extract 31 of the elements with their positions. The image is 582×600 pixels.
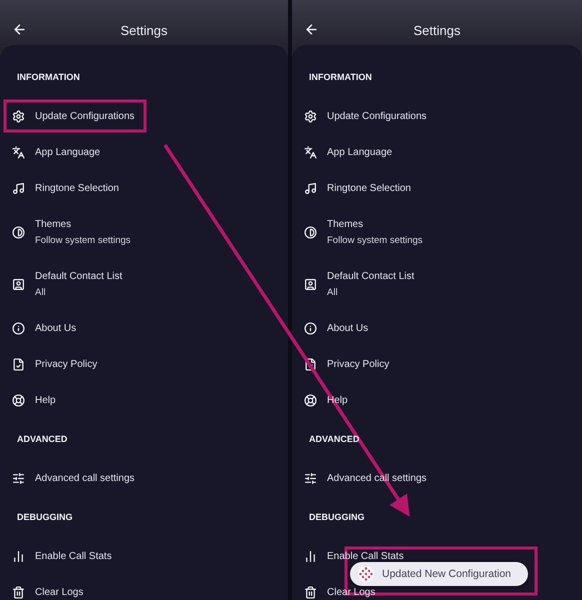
setting-label[interactable]: Enable Call Stats: [35, 550, 112, 562]
setting-label[interactable]: Privacy Policy: [327, 358, 390, 370]
setting-value: All: [327, 286, 339, 298]
setting-value: All: [35, 286, 47, 298]
section-heading: ADVANCED: [16, 433, 68, 446]
setting-label[interactable]: Default Contact List: [327, 270, 414, 282]
screen-title: Settings: [414, 22, 460, 38]
setting-label[interactable]: App Language: [327, 146, 392, 158]
setting-label[interactable]: Themes: [35, 218, 131, 230]
section-heading: INFORMATION: [16, 71, 81, 84]
section-heading: DEBUGGING: [308, 511, 366, 524]
setting-label[interactable]: About Us: [35, 322, 76, 334]
setting-label[interactable]: Default Contact List: [35, 270, 122, 282]
setting-label[interactable]: App Language: [35, 146, 100, 158]
setting-label[interactable]: Help: [35, 394, 56, 406]
toast-text: Updated New Configuration: [382, 568, 511, 580]
section-heading: DEBUGGING: [16, 511, 74, 524]
setting-label[interactable]: Advanced call settings: [35, 472, 135, 484]
setting-label[interactable]: About Us: [327, 322, 368, 334]
setting-label[interactable]: Update Configurations: [35, 110, 135, 122]
section-heading: INFORMATION: [308, 71, 373, 84]
setting-value: Follow system settings: [327, 234, 423, 246]
setting-label[interactable]: Clear Logs: [35, 586, 84, 598]
setting-label[interactable]: Update Configurations: [327, 110, 427, 122]
screen-title: Settings: [120, 22, 168, 38]
setting-value: Follow system settings: [35, 234, 131, 246]
setting-label[interactable]: Themes: [327, 218, 423, 230]
setting-label[interactable]: Ringtone Selection: [35, 182, 119, 194]
setting-label[interactable]: Privacy Policy: [35, 358, 98, 370]
setting-label[interactable]: Ringtone Selection: [327, 182, 411, 194]
dots-icon: [358, 566, 374, 582]
